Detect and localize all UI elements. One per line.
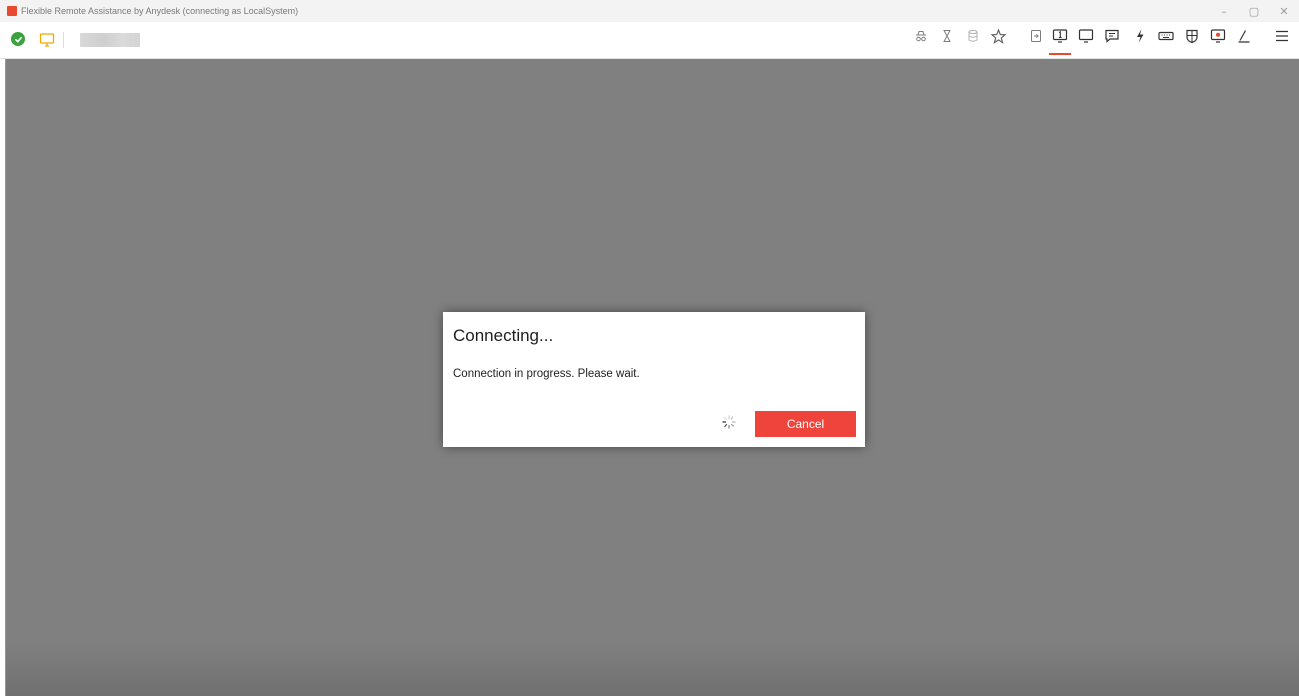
dialog-message: Connection in progress. Please wait. [453,368,640,380]
menu-icon[interactable] [1273,27,1291,45]
restore-button[interactable]: ▢ [1239,0,1269,22]
whiteboard-pen-icon[interactable] [1235,27,1253,45]
file-transfer-icon[interactable] [1027,27,1045,45]
chat-icon[interactable] [1103,27,1121,45]
toolbar-actions [0,27,1299,53]
keyboard-icon[interactable] [1157,27,1175,45]
cancel-button[interactable]: Cancel [755,411,856,437]
title-bar: Flexible Remote Assistance by Anydesk (c… [0,0,1299,22]
hourglass-icon[interactable] [938,27,956,45]
connecting-dialog: Connecting... Connection in progress. Pl… [443,312,865,447]
window-title: Flexible Remote Assistance by Anydesk (c… [21,6,299,16]
monitor-icon[interactable] [1077,27,1095,45]
loading-spinner-icon [722,415,736,429]
star-icon[interactable] [989,27,1007,45]
dialog-title: Connecting... [453,326,554,345]
remote-bottom-shade [6,641,1299,696]
privacy-shield-icon[interactable] [1183,27,1201,45]
close-button[interactable]: ✕ [1269,0,1299,22]
app-logo-icon [7,6,17,16]
active-tab-indicator [1049,53,1071,55]
action-bolt-icon[interactable] [1131,27,1149,45]
record-icon[interactable] [1209,27,1227,45]
display-one-icon[interactable] [1051,27,1069,45]
spy-icon[interactable] [912,27,930,45]
database-icon[interactable] [964,27,982,45]
window-controls: – ▢ ✕ [1209,0,1299,22]
minimize-button[interactable]: – [1209,0,1239,22]
